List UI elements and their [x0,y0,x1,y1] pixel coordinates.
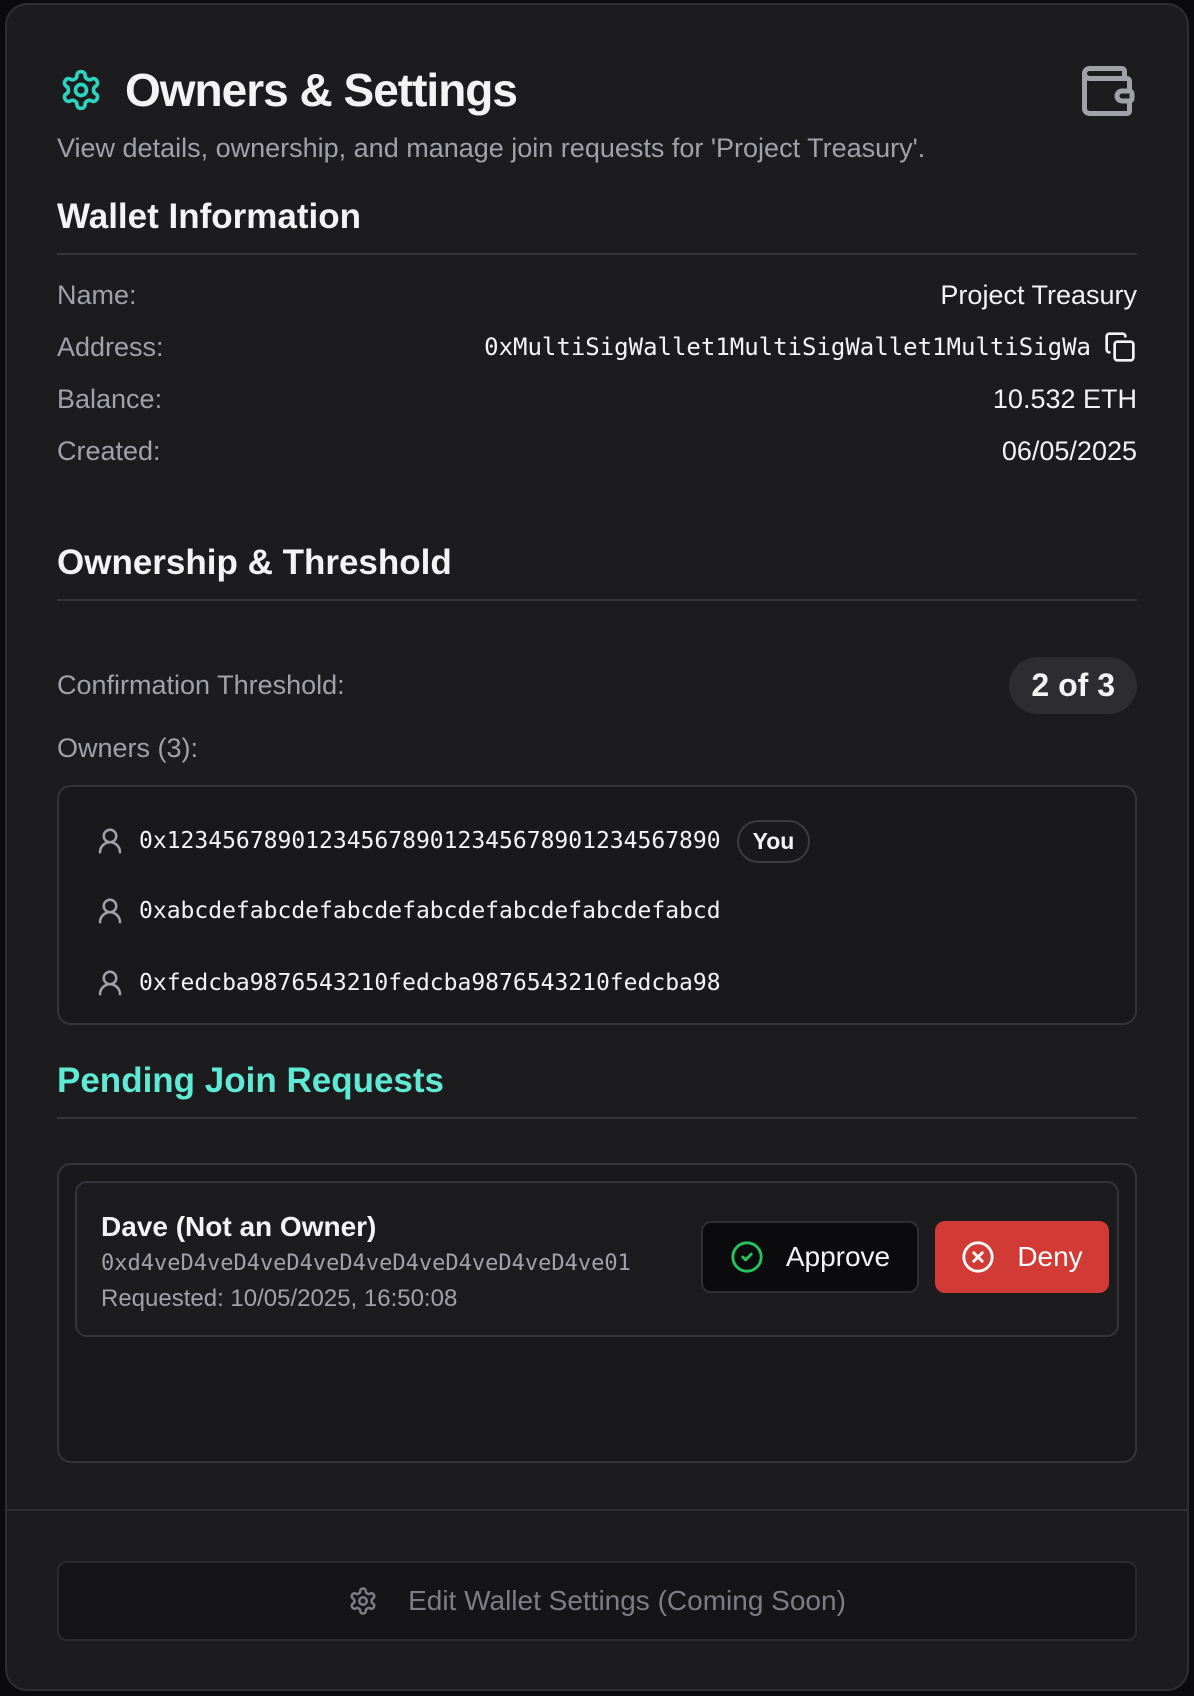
balance-value: 10.532 ETH [992,383,1137,414]
owner-row: 0xabcdefabcdefabcdefabcdefabcdefabcdefab… [95,891,721,931]
join-request-card: Dave (Not an Owner) 0xd4veD4veD4veD4veD4… [75,1181,1119,1337]
page-subtitle: View details, ownership, and manage join… [57,133,926,163]
edit-wallet-settings-label: Edit Wallet Settings (Coming Soon) [408,1585,846,1616]
name-value: Project Treasury [940,279,1137,310]
ownership-threshold-heading: Ownership & Threshold [57,543,1137,601]
pending-requests-list: Dave (Not an Owner) 0xd4veD4veD4veD4veD4… [57,1163,1137,1463]
owner-address: 0x12345678901234567890123456789012345678… [139,828,721,854]
created-label: Created: [57,435,161,466]
balance-label: Balance: [57,383,163,414]
requester-name: Dave (Not an Owner) [101,1211,377,1242]
pending-join-requests-heading: Pending Join Requests [57,1061,1137,1119]
owner-address: 0xabcdefabcdefabcdefabcdefabcdefabcdefab… [139,898,721,924]
edit-wallet-settings-button[interactable]: Edit Wallet Settings (Coming Soon) [57,1561,1137,1641]
user-icon [95,896,125,926]
owners-label: Owners (3): [57,733,199,763]
footer-divider [7,1509,1187,1511]
x-circle-icon [961,1240,995,1274]
address-value: 0xMultiSigWallet1MultiSigWallet1MultiSig… [484,333,1091,361]
threshold-badge: 2 of 3 [1009,656,1137,714]
request-timestamp: Requested: 10/05/2025, 16:50:08 [101,1285,458,1312]
owner-address: 0xfedcba9876543210fedcba9876543210fedcba… [139,970,721,996]
user-icon [95,968,125,998]
owner-row: 0xfedcba9876543210fedcba9876543210fedcba… [95,963,721,1003]
wallet-icon [1077,61,1137,121]
created-value: 06/05/2025 [1001,435,1137,466]
owners-settings-panel: Owners & Settings View details, ownershi… [5,3,1189,1691]
threshold-label: Confirmation Threshold: [57,669,345,700]
approve-label: Approve [785,1241,891,1272]
address-value-wrap: 0xMultiSigWallet1MultiSigWallet1MultiSig… [484,330,1137,364]
panel-header: Owners & Settings View details, ownershi… [57,61,1137,164]
wallet-balance-row: Balance: 10.532 ETH [57,379,1137,419]
threshold-row: Confirmation Threshold: 2 of 3 [57,653,1137,717]
wallet-address-row: Address: 0xMultiSigWallet1MultiSigWallet… [57,327,1137,367]
requester-address: 0xd4veD4veD4veD4veD4veD4veD4veD4veD4ve01 [101,1251,631,1276]
approve-button[interactable]: Approve [701,1221,919,1293]
wallet-name-row: Name: Project Treasury [57,275,1137,315]
check-circle-icon [730,1240,764,1274]
user-icon [95,826,125,856]
wallet-created-row: Created: 06/05/2025 [57,431,1137,471]
address-label: Address: [57,331,164,362]
owner-row: 0x12345678901234567890123456789012345678… [95,819,811,863]
you-badge: You [736,819,811,863]
deny-button[interactable]: Deny [935,1221,1109,1293]
name-label: Name: [57,279,137,310]
copy-icon[interactable] [1103,330,1137,364]
wallet-information-heading: Wallet Information [57,197,1137,255]
gear-icon [57,66,105,114]
gear-icon [348,1586,378,1616]
deny-label: Deny [1017,1241,1083,1272]
owners-list: 0x12345678901234567890123456789012345678… [57,785,1137,1025]
title-row: Owners & Settings [57,61,1137,119]
page-title: Owners & Settings [125,64,518,116]
